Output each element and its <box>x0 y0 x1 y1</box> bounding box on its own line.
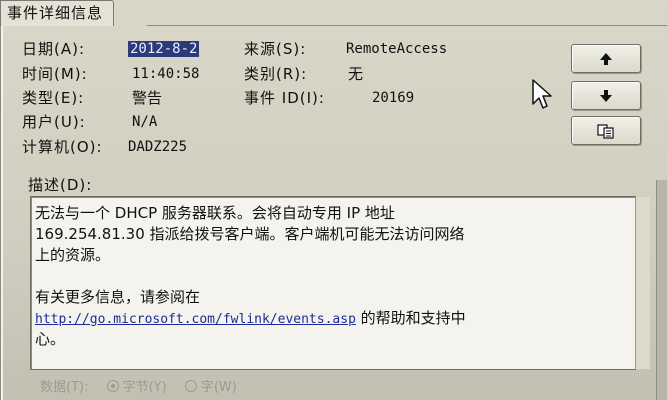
words-radio[interactable] <box>184 380 197 392</box>
description-link-line: http://go.microsoft.com/fwlink/events.as… <box>35 308 625 329</box>
frame-edge <box>0 26 3 400</box>
type-value: 警告 <box>132 89 163 107</box>
description-textbox[interactable]: 无法与一个 DHCP 服务器联系。会将自动专用 IP 地址 169.254.81… <box>30 196 650 370</box>
event-properties-window: 事件详细信息 日期(A): 2012-8-2 时间(M): 11:40:58 类… <box>0 0 667 400</box>
date-label: 日期(A): <box>22 40 86 58</box>
computer-value: DADZ225 <box>128 139 188 155</box>
source-label: 来源(S): <box>244 40 307 58</box>
event-id-label: 事件 ID(I): <box>244 89 325 107</box>
description-line: 上的资源。 <box>35 246 111 264</box>
source-value: RemoteAccess <box>346 41 448 57</box>
date-value[interactable]: 2012-8-2 <box>128 40 200 58</box>
words-radio-label[interactable]: 字(W) <box>201 380 237 395</box>
time-label: 时间(M): <box>22 65 88 83</box>
user-label: 用户(U): <box>22 113 86 131</box>
description-label: 描述(D): <box>28 176 93 194</box>
description-line: 有关更多信息，请参阅在 <box>35 288 201 306</box>
event-id-value: 20169 <box>372 90 415 106</box>
down-arrow-icon <box>600 89 612 102</box>
description-scrollbar[interactable] <box>635 197 650 369</box>
description-line: 169.254.81.30 指派给拨号客户端。客户端机可能无法访问网络 <box>35 225 465 243</box>
computer-label: 计算机(O): <box>22 138 103 156</box>
copy-button[interactable] <box>571 116 641 145</box>
help-link[interactable]: http://go.microsoft.com/fwlink/events.as… <box>35 312 356 327</box>
bytes-radio[interactable] <box>106 380 119 392</box>
bytes-radio-label[interactable]: 字节(Y) <box>123 380 167 395</box>
description-after-link: 的帮助和支持中 <box>355 309 466 327</box>
description-text: 无法与一个 DHCP 服务器联系。会将自动专用 IP 地址 169.254.81… <box>35 203 625 350</box>
tab-event-details[interactable]: 事件详细信息 <box>0 0 115 26</box>
next-event-button[interactable] <box>571 81 641 110</box>
category-label: 类别(R): <box>244 65 308 83</box>
description-line <box>35 266 625 287</box>
category-value: 无 <box>348 65 364 83</box>
copy-icon <box>597 123 614 139</box>
tab-strip: 事件详细信息 <box>0 0 667 26</box>
tab-underline <box>147 25 667 26</box>
user-value: N/A <box>132 114 158 130</box>
description-line: 心。 <box>35 330 66 348</box>
up-arrow-icon <box>600 52 612 65</box>
mouse-cursor-icon <box>532 79 552 109</box>
window-right-edge <box>656 180 667 400</box>
time-value: 11:40:58 <box>132 66 200 82</box>
date-value-text: 2012-8-2 <box>128 41 200 57</box>
type-label: 类型(E): <box>22 89 85 107</box>
data-label: 数据(T): <box>40 380 89 395</box>
data-format-row: 数据(T): 字节(Y) 字(W) <box>40 376 237 395</box>
description-line: 无法与一个 DHCP 服务器联系。会将自动专用 IP 地址 <box>35 204 395 222</box>
previous-event-button[interactable] <box>571 44 641 73</box>
